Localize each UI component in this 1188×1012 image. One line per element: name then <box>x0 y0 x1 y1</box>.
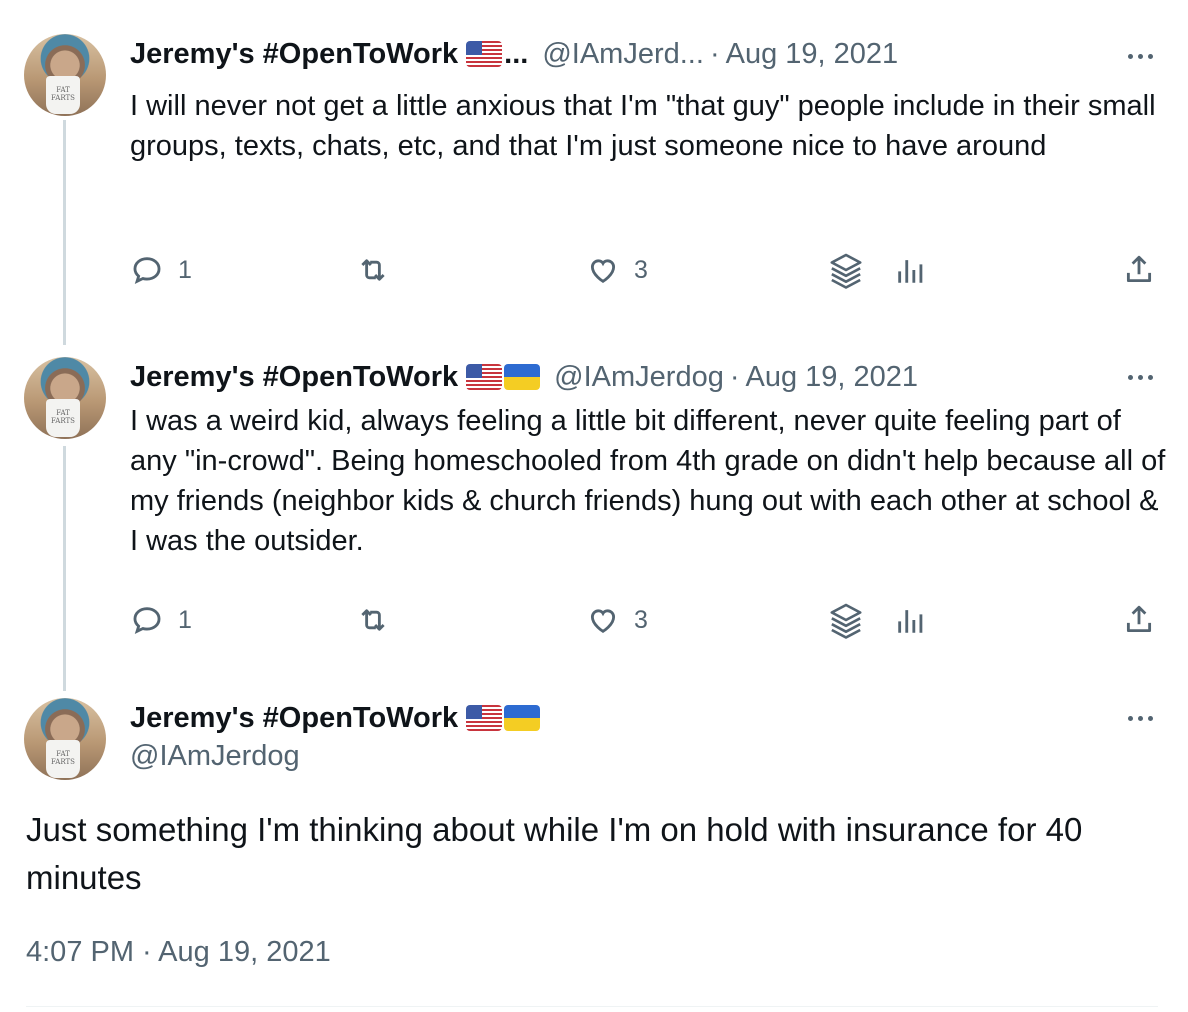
views-button[interactable] <box>894 600 928 640</box>
main-tweet: FAT FARTS Jeremy's #OpenToWork @IAmJerdog… <box>0 680 1188 1012</box>
more-options-button[interactable] <box>1120 708 1160 728</box>
views-button[interactable] <box>894 250 928 290</box>
tweet-header: Jeremy's #OpenToWork ... @IAmJerd... · A… <box>130 34 898 74</box>
retweet-button[interactable] <box>356 250 390 290</box>
tweet-timestamp[interactable]: 4:07 PM · Aug 19, 2021 <box>26 936 331 969</box>
tweet-header: Jeremy's #OpenToWork <box>130 698 541 738</box>
handle[interactable]: @IAmJerdog <box>554 361 724 394</box>
mug-image: FAT FARTS <box>46 740 80 778</box>
avatar[interactable]: FAT FARTS <box>24 34 106 116</box>
tweet-header: Jeremy's #OpenToWork @IAmJerdog · Aug 19… <box>130 357 918 397</box>
avatar[interactable]: FAT FARTS <box>24 698 106 780</box>
like-button[interactable]: 3 <box>586 600 648 640</box>
us-flag-icon <box>466 364 503 390</box>
share-button[interactable] <box>1122 600 1156 640</box>
handle[interactable]: @IAmJerdog <box>130 740 300 773</box>
ua-flag-icon <box>504 705 541 731</box>
layers-icon <box>830 603 862 639</box>
share-icon <box>1126 255 1152 283</box>
reply-button[interactable]: 1 <box>130 250 192 290</box>
display-name[interactable]: Jeremy's #OpenToWork <box>130 38 458 71</box>
tweet-date[interactable]: Aug 19, 2021 <box>746 361 919 394</box>
retweet-button[interactable] <box>356 600 390 640</box>
views-icon <box>898 610 923 633</box>
name-ellipsis: ... <box>504 37 529 70</box>
like-count: 3 <box>634 255 648 284</box>
more-icon <box>1127 374 1133 380</box>
layers-icon <box>830 253 862 289</box>
views-icon <box>898 260 923 283</box>
tweet-text: I was a weird kid, always feeling a litt… <box>130 405 1166 557</box>
like-button[interactable]: 3 <box>586 250 648 290</box>
reply-icon <box>133 607 161 635</box>
mug-image: FAT FARTS <box>46 399 80 437</box>
reply-count: 1 <box>178 605 192 634</box>
layers-button[interactable] <box>826 250 866 290</box>
display-name[interactable]: Jeremy's #OpenToWork <box>130 361 458 394</box>
thread-tweet-2[interactable]: FAT FARTS Jeremy's #OpenToWork @IAmJerdog… <box>0 340 1188 670</box>
layers-button[interactable] <box>826 600 866 640</box>
tweet-text: Just something I'm thinking about while … <box>26 811 1083 896</box>
flag-emojis <box>466 41 503 67</box>
divider <box>26 1006 1158 1007</box>
more-options-button[interactable] <box>1120 46 1160 66</box>
handle[interactable]: @IAmJerd... <box>542 38 704 71</box>
tweet-thread-page: FAT FARTS Jeremy's #OpenToWork ... @IAmJe… <box>0 0 1188 1012</box>
more-icon <box>1127 715 1133 721</box>
us-flag-icon <box>466 705 503 731</box>
retweet-icon <box>361 259 385 281</box>
action-bar: 1 3 <box>130 250 1160 290</box>
ua-flag-icon <box>504 364 541 390</box>
reply-count: 1 <box>178 255 192 284</box>
thread-tweet-1[interactable]: FAT FARTS Jeremy's #OpenToWork ... @IAmJe… <box>0 0 1188 330</box>
action-bar: 1 3 <box>130 600 1160 640</box>
tweet-text: I will never not get a little anxious th… <box>130 90 1156 162</box>
like-icon <box>590 609 616 633</box>
tweet-date[interactable]: Aug 19, 2021 <box>726 38 899 71</box>
retweet-icon <box>361 609 385 631</box>
like-icon <box>590 259 616 283</box>
avatar[interactable]: FAT FARTS <box>24 357 106 439</box>
flag-emojis <box>466 364 541 390</box>
flag-emojis <box>466 705 541 731</box>
more-icon <box>1127 53 1133 59</box>
reply-icon <box>133 257 161 285</box>
like-count: 3 <box>634 605 648 634</box>
share-icon <box>1126 605 1152 633</box>
reply-button[interactable]: 1 <box>130 600 192 640</box>
us-flag-icon <box>466 41 503 67</box>
more-options-button[interactable] <box>1120 367 1160 387</box>
separator: · <box>709 37 720 70</box>
mug-image: FAT FARTS <box>46 76 80 114</box>
share-button[interactable] <box>1122 250 1156 290</box>
display-name[interactable]: Jeremy's #OpenToWork <box>130 702 458 735</box>
separator: · <box>729 360 740 393</box>
